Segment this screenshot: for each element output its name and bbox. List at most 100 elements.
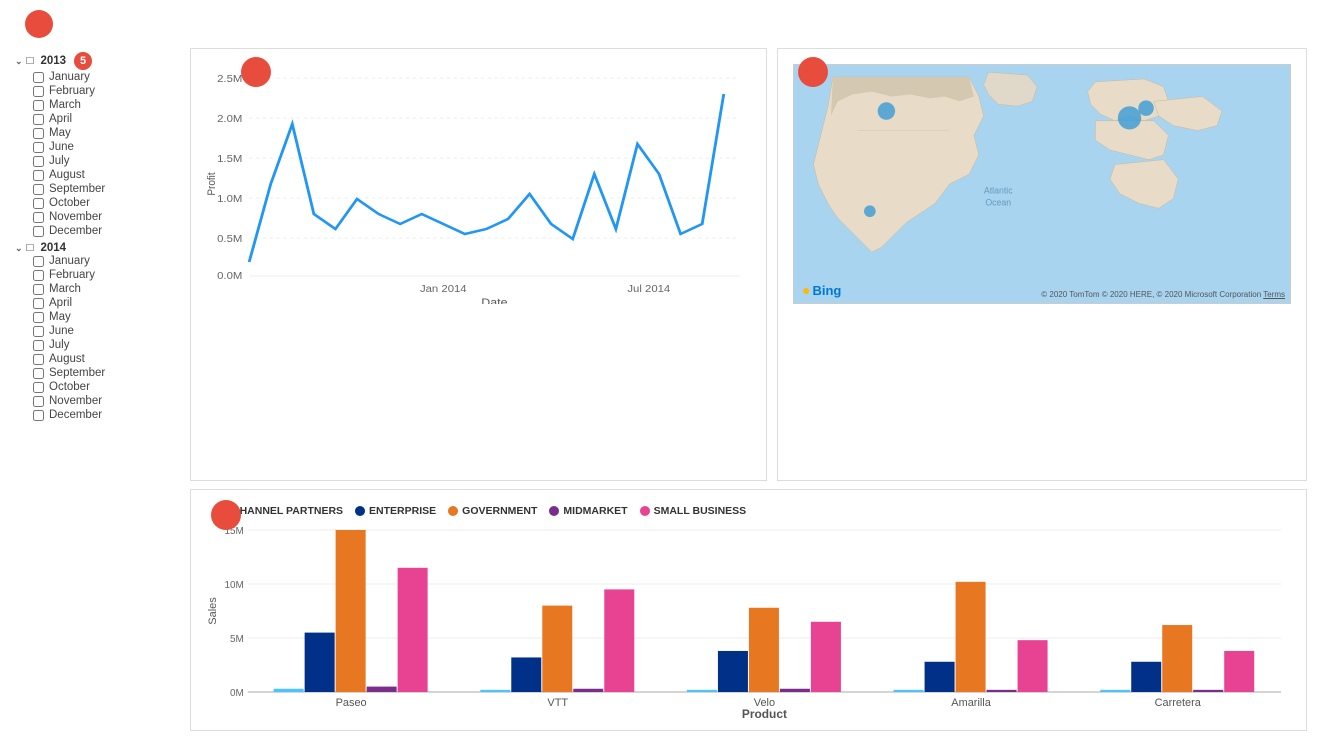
month-item-may[interactable]: May xyxy=(33,126,180,140)
sales-chart: 15M10M5M0MSalesPaseoVTTVeloAmarillaCarre… xyxy=(206,525,1291,720)
month-item-december[interactable]: December xyxy=(33,408,180,422)
profit-by-date-card: 2.5M 2.0M 1.5M 1.0M 0.5M 0.0M Profit xyxy=(190,48,767,481)
bar-rect[interactable] xyxy=(1100,690,1130,692)
bar-rect[interactable] xyxy=(480,690,510,692)
sidebar-tree: ⌄ □ 20135 January February March April M… xyxy=(15,52,180,422)
bar-rect[interactable] xyxy=(1162,625,1192,692)
month-label: November xyxy=(49,211,102,223)
bar-rect[interactable] xyxy=(894,690,924,692)
month-checkbox[interactable] xyxy=(33,354,44,365)
main-content: 2.5M 2.0M 1.5M 1.0M 0.5M 0.0M Profit xyxy=(190,48,1307,731)
month-checkbox[interactable] xyxy=(33,72,44,83)
month-item-september[interactable]: September xyxy=(33,182,180,196)
year-header-2013[interactable]: ⌄ □ 20135 xyxy=(15,52,180,70)
month-checkbox[interactable] xyxy=(33,326,44,337)
sidebar: ⌄ □ 20135 January February March April M… xyxy=(15,48,180,731)
bar-rect[interactable] xyxy=(398,568,428,692)
month-checkbox[interactable] xyxy=(33,142,44,153)
month-checkbox[interactable] xyxy=(33,368,44,379)
legend-item-small-business: SMALL BUSINESS xyxy=(640,505,747,517)
svg-text:0M: 0M xyxy=(230,688,244,699)
profit-line xyxy=(249,94,724,262)
month-checkbox[interactable] xyxy=(33,212,44,223)
month-checkbox[interactable] xyxy=(33,312,44,323)
month-item-december[interactable]: December xyxy=(33,224,180,238)
month-item-april[interactable]: April xyxy=(33,296,180,310)
svg-text:Paseo: Paseo xyxy=(336,697,367,709)
tree-node-icon: □ xyxy=(27,55,34,67)
month-checkbox[interactable] xyxy=(33,114,44,125)
month-checkbox[interactable] xyxy=(33,156,44,167)
month-item-january[interactable]: January xyxy=(33,254,180,268)
month-item-february[interactable]: February xyxy=(33,84,180,98)
legend-item-enterprise: ENTERPRISE xyxy=(355,505,436,517)
month-checkbox[interactable] xyxy=(33,86,44,97)
bar-rect[interactable] xyxy=(718,651,748,692)
legend-dot xyxy=(549,506,559,516)
bar-rect[interactable] xyxy=(749,608,779,692)
month-checkbox[interactable] xyxy=(33,410,44,421)
bar-rect[interactable] xyxy=(925,662,955,692)
month-checkbox[interactable] xyxy=(33,256,44,267)
bar-rect[interactable] xyxy=(811,622,841,692)
bar-rect[interactable] xyxy=(1224,651,1254,692)
month-item-march[interactable]: March xyxy=(33,282,180,296)
bar-rect[interactable] xyxy=(604,589,634,692)
profit-date-badge xyxy=(241,57,271,87)
bar-rect[interactable] xyxy=(367,687,397,692)
month-item-june[interactable]: June xyxy=(33,140,180,154)
bar-rect[interactable] xyxy=(336,530,366,692)
month-checkbox[interactable] xyxy=(33,226,44,237)
month-item-june[interactable]: June xyxy=(33,324,180,338)
bar-rect[interactable] xyxy=(542,606,572,692)
month-checkbox[interactable] xyxy=(33,284,44,295)
year-badge: 5 xyxy=(74,52,92,70)
month-checkbox[interactable] xyxy=(33,128,44,139)
bar-rect[interactable] xyxy=(956,582,986,692)
content-area: ⌄ □ 20135 January February March April M… xyxy=(15,48,1307,731)
svg-text:Amarilla: Amarilla xyxy=(951,697,991,709)
year-header-2014[interactable]: ⌄ □ 2014 xyxy=(15,242,180,254)
month-item-august[interactable]: August xyxy=(33,168,180,182)
month-checkbox[interactable] xyxy=(33,170,44,181)
bar-rect[interactable] xyxy=(687,690,717,692)
bar-rect[interactable] xyxy=(780,689,810,692)
month-item-september[interactable]: September xyxy=(33,366,180,380)
month-label: August xyxy=(49,353,85,365)
month-checkbox[interactable] xyxy=(33,382,44,393)
bar-rect[interactable] xyxy=(1018,640,1048,692)
month-item-october[interactable]: October xyxy=(33,196,180,210)
map-container: Atlantic Ocean xyxy=(793,64,1291,304)
bar-rect[interactable] xyxy=(573,689,603,692)
svg-text:Profit: Profit xyxy=(206,172,218,195)
month-item-july[interactable]: July xyxy=(33,338,180,352)
month-item-may[interactable]: May xyxy=(33,310,180,324)
month-item-july[interactable]: July xyxy=(33,154,180,168)
month-item-march[interactable]: March xyxy=(33,98,180,112)
month-checkbox[interactable] xyxy=(33,198,44,209)
bar-rect[interactable] xyxy=(511,657,541,692)
month-item-november[interactable]: November xyxy=(33,210,180,224)
month-checkbox[interactable] xyxy=(33,298,44,309)
bar-rect[interactable] xyxy=(305,633,335,692)
month-item-february[interactable]: February xyxy=(33,268,180,282)
month-item-april[interactable]: April xyxy=(33,112,180,126)
svg-text:Ocean: Ocean xyxy=(985,197,1011,207)
month-checkbox[interactable] xyxy=(33,100,44,111)
bar-rect[interactable] xyxy=(987,690,1017,692)
bar-rect[interactable] xyxy=(274,689,304,692)
month-item-january[interactable]: January xyxy=(33,70,180,84)
sales-by-product-card: CHANNEL PARTNERS ENTERPRISE GOVERNMENT M… xyxy=(190,489,1307,731)
month-checkbox[interactable] xyxy=(33,340,44,351)
month-checkbox[interactable] xyxy=(33,396,44,407)
bar-rect[interactable] xyxy=(1131,662,1161,692)
month-item-august[interactable]: August xyxy=(33,352,180,366)
month-label: June xyxy=(49,325,74,337)
month-checkbox[interactable] xyxy=(33,270,44,281)
month-item-october[interactable]: October xyxy=(33,380,180,394)
bar-rect[interactable] xyxy=(1193,690,1223,692)
svg-text:Date: Date xyxy=(481,297,508,304)
month-checkbox[interactable] xyxy=(33,184,44,195)
legend-label: SMALL BUSINESS xyxy=(654,505,747,517)
month-item-november[interactable]: November xyxy=(33,394,180,408)
